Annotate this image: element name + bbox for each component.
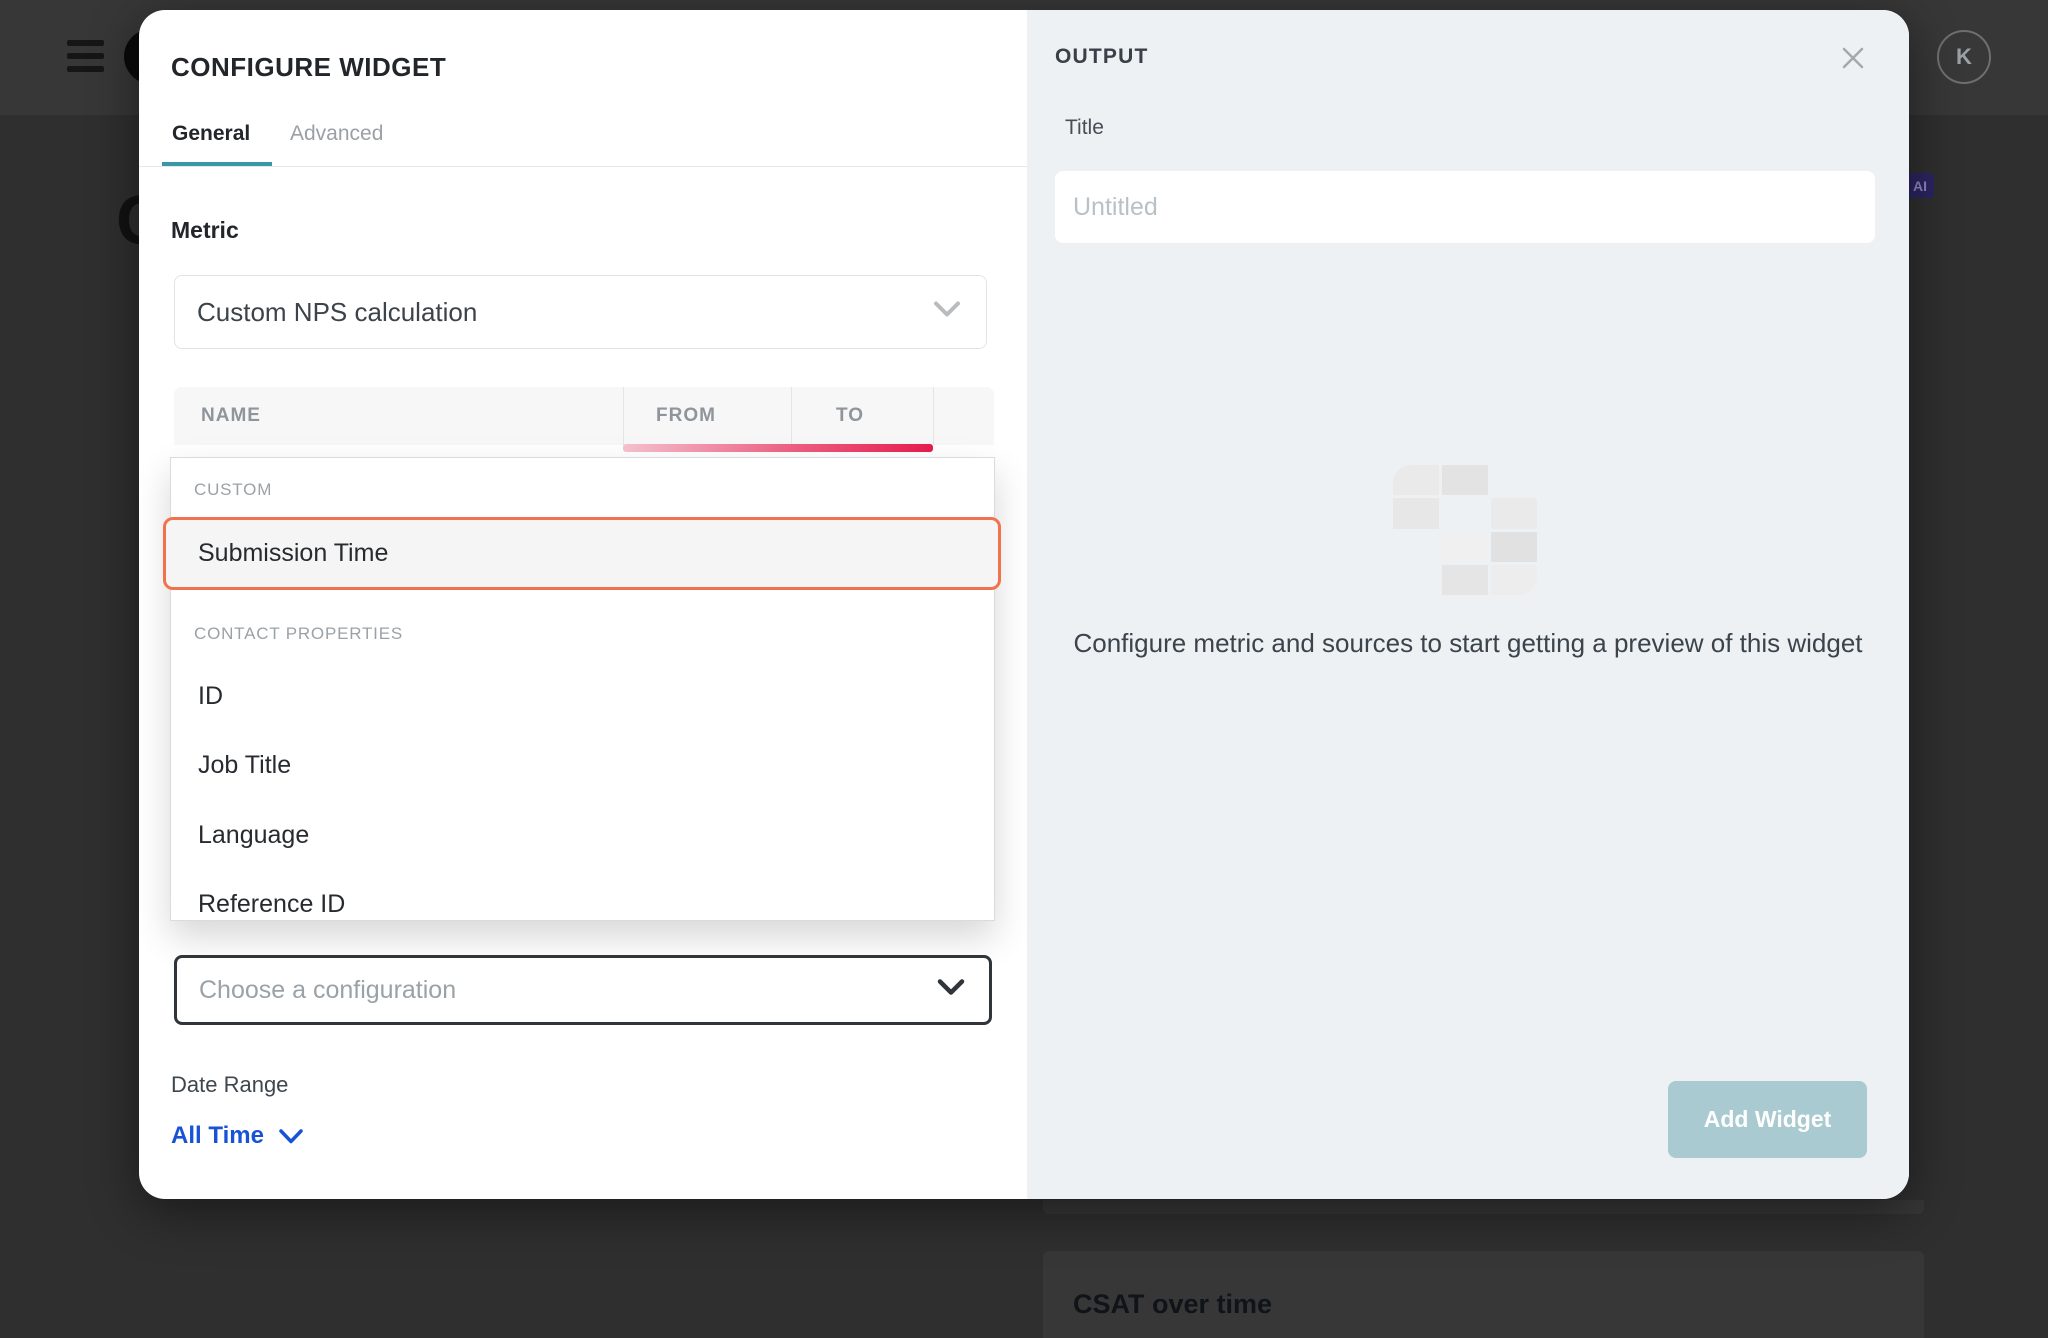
output-panel: OUTPUT Title Configure metric and source…: [1027, 10, 1909, 1199]
tab-general[interactable]: General: [172, 122, 250, 146]
dropdown-group-contact-properties: CONTACT PROPERTIES: [194, 624, 403, 644]
screen: C K AI CSAT over time CONFIGURE WIDGET G…: [0, 0, 2048, 1338]
add-widget-button[interactable]: Add Widget: [1668, 1081, 1867, 1158]
background-card-edge: [1043, 1200, 1924, 1214]
dropdown-option-submission-time[interactable]: Submission Time: [163, 517, 1001, 590]
column-divider: [623, 387, 624, 445]
ai-badge: AI: [1906, 173, 1934, 198]
column-divider: [933, 387, 934, 445]
title-field-label: Title: [1065, 116, 1104, 140]
metric-select-value: Custom NPS calculation: [197, 297, 477, 328]
dropdown-option-language[interactable]: Language: [198, 821, 309, 850]
close-icon[interactable]: [1839, 44, 1867, 72]
chevron-down-icon: [932, 300, 962, 325]
date-range-label: Date Range: [171, 1072, 288, 1098]
column-header-to: TO: [836, 387, 864, 445]
ranges-table-header: NAME FROM TO: [174, 387, 994, 445]
dropdown-option-reference-id[interactable]: Reference ID: [198, 890, 345, 919]
chevron-down-icon: [937, 978, 965, 1002]
date-range-value: All Time: [171, 1122, 264, 1150]
nps-range-gradient-bar: [623, 444, 933, 452]
dropdown-group-custom: CUSTOM: [194, 480, 272, 500]
column-divider: [791, 387, 792, 445]
hamburger-menu-icon[interactable]: [67, 40, 104, 74]
avatar-initial: K: [1956, 44, 1972, 70]
chevron-down-icon: [278, 1128, 304, 1145]
modal-title: CONFIGURE WIDGET: [171, 52, 446, 83]
field-dropdown-panel: CUSTOM Submission Time CONTACT PROPERTIE…: [170, 457, 995, 921]
configuration-select[interactable]: Choose a configuration: [174, 955, 992, 1025]
widget-preview-grid-icon: [1393, 465, 1537, 595]
empty-preview-message: Configure metric and sources to start ge…: [1027, 628, 1909, 659]
title-input[interactable]: [1055, 171, 1875, 243]
dropdown-option-job-title[interactable]: Job Title: [198, 751, 291, 780]
column-header-from: FROM: [656, 387, 716, 445]
date-range-selector[interactable]: All Time: [171, 1122, 304, 1150]
output-panel-title: OUTPUT: [1055, 45, 1149, 69]
dropdown-option-id[interactable]: ID: [198, 682, 223, 711]
metric-label: Metric: [171, 217, 239, 244]
background-csat-card: CSAT over time: [1043, 1251, 1924, 1338]
csat-card-title: CSAT over time: [1073, 1289, 1272, 1320]
configuration-placeholder: Choose a configuration: [199, 976, 456, 1005]
user-avatar[interactable]: K: [1937, 30, 1991, 84]
column-header-name: NAME: [201, 387, 261, 445]
tab-divider: [139, 166, 1027, 167]
tab-advanced[interactable]: Advanced: [290, 122, 383, 146]
metric-select[interactable]: Custom NPS calculation: [174, 275, 987, 349]
configure-widget-modal: CONFIGURE WIDGET General Advanced Metric…: [139, 10, 1909, 1199]
